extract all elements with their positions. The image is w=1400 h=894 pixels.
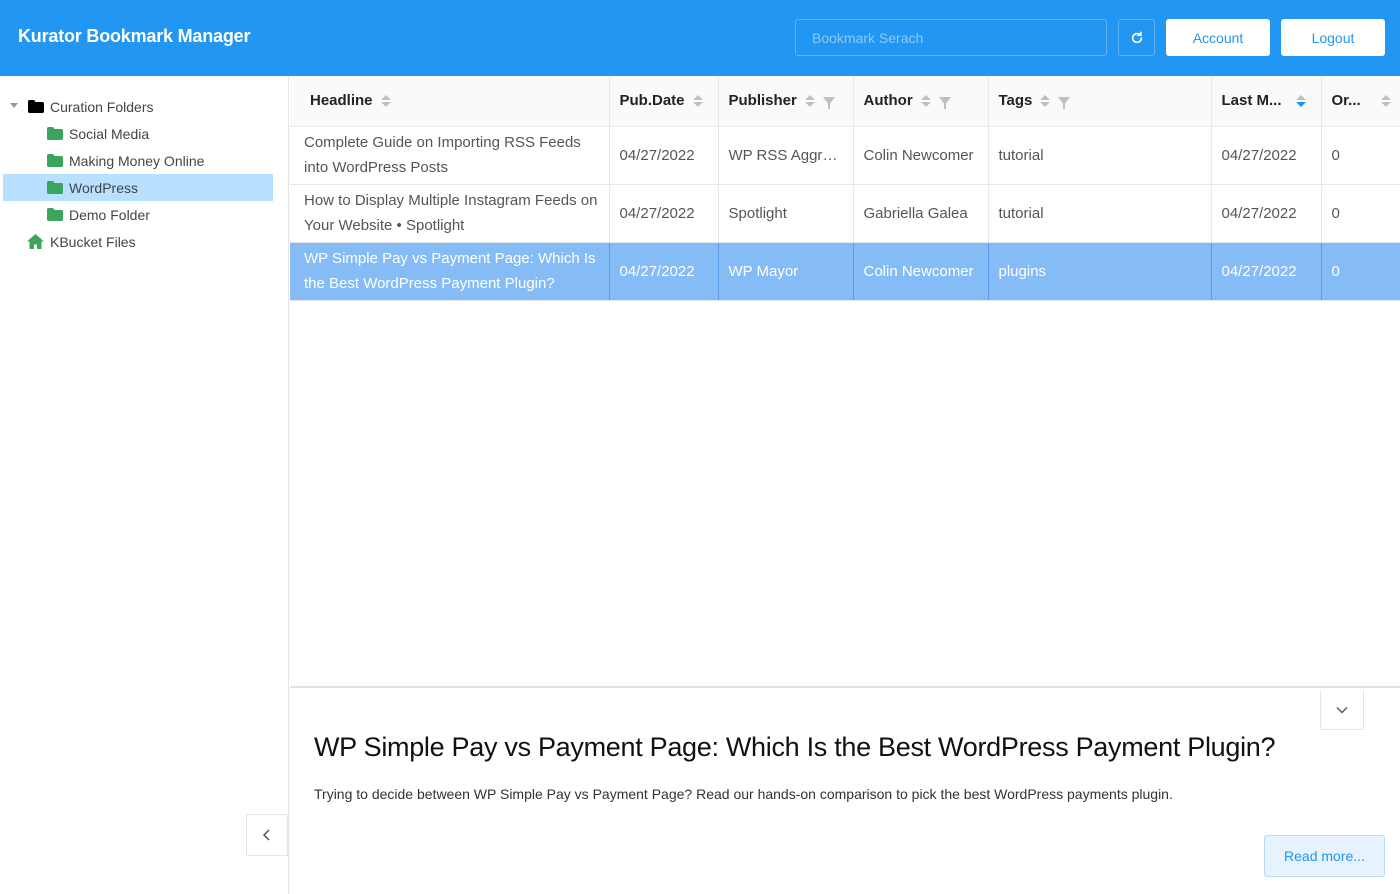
- column-label: Author: [863, 92, 913, 110]
- table-row-selected[interactable]: WP Simple Pay vs Payment Page: Which Is …: [290, 242, 1400, 301]
- column-header-tags[interactable]: Tags: [988, 76, 1212, 127]
- filter-icon[interactable]: [1058, 96, 1071, 109]
- bookmark-table-area: Headline Pub.Date Publisher Author Tags …: [290, 76, 1400, 688]
- column-label: Publisher: [728, 92, 797, 110]
- cell-publisher: WP Mayor: [718, 242, 854, 301]
- tree-item-label: KBucket Files: [50, 233, 136, 250]
- column-header-last-modified[interactable]: Last M...: [1211, 76, 1322, 127]
- cell-publisher: WP RSS Aggre...: [718, 126, 854, 185]
- bookmark-table: Headline Pub.Date Publisher Author Tags …: [290, 76, 1400, 301]
- chevron-down-icon: [1336, 706, 1348, 713]
- cell-pub-date: 04/27/2022: [609, 184, 719, 243]
- cell-order: 0: [1321, 126, 1400, 185]
- column-header-author[interactable]: Author: [853, 76, 989, 127]
- main-content: Headline Pub.Date Publisher Author Tags …: [290, 76, 1400, 894]
- table-row[interactable]: How to Display Multiple Instagram Feeds …: [290, 184, 1400, 243]
- tree-item-label: Curation Folders: [50, 98, 154, 115]
- sort-icon[interactable]: [1380, 94, 1391, 107]
- account-button[interactable]: Account: [1166, 19, 1270, 56]
- column-header-headline[interactable]: Headline: [290, 76, 610, 127]
- cell-order: 0: [1321, 184, 1400, 243]
- logout-button[interactable]: Logout: [1281, 19, 1385, 56]
- cell-last-modified: 04/27/2022: [1211, 242, 1322, 301]
- tree-item-kbucket-files[interactable]: KBucket Files: [27, 228, 136, 255]
- tree-item-curation-folders[interactable]: Curation Folders: [10, 93, 154, 120]
- column-label: Headline: [310, 92, 373, 110]
- cell-publisher: Spotlight: [718, 184, 854, 243]
- read-more-button[interactable]: Read more...: [1264, 835, 1385, 877]
- tree-item-social-media[interactable]: Social Media: [47, 120, 149, 147]
- cell-order: 0: [1321, 242, 1400, 301]
- collapse-preview-button[interactable]: [1320, 690, 1364, 730]
- tree-item-label: WordPress: [69, 179, 138, 196]
- column-header-publisher[interactable]: Publisher: [718, 76, 854, 127]
- cell-author: Gabriella Galea: [853, 184, 989, 243]
- tree-item-demo-folder[interactable]: Demo Folder: [47, 201, 150, 228]
- cell-author: Colin Newcomer: [853, 242, 989, 301]
- folder-icon: [47, 181, 63, 194]
- folder-icon: [47, 154, 63, 167]
- sidebar: Curation Folders Social Media Making Mon…: [0, 76, 289, 894]
- column-label: Or...: [1331, 92, 1361, 110]
- filter-icon[interactable]: [938, 96, 951, 109]
- column-label: Tags: [998, 92, 1033, 110]
- column-label: Last M...: [1221, 92, 1282, 110]
- refresh-icon: [1131, 31, 1142, 43]
- bookmark-search-input[interactable]: [795, 19, 1107, 56]
- preview-description: Trying to decide between WP Simple Pay v…: [314, 786, 1173, 802]
- column-label: Pub.Date: [619, 92, 685, 110]
- preview-title: WP Simple Pay vs Payment Page: Which Is …: [314, 732, 1276, 762]
- sort-icon[interactable]: [920, 94, 931, 107]
- sort-icon[interactable]: [804, 94, 815, 107]
- refresh-button[interactable]: [1118, 19, 1155, 56]
- table-header-row: Headline Pub.Date Publisher Author Tags …: [290, 76, 1400, 127]
- tree-item-label: Social Media: [69, 125, 150, 142]
- sort-icon[interactable]: [692, 94, 703, 107]
- cell-last-modified: 04/27/2022: [1211, 184, 1322, 243]
- folder-icon: [47, 127, 63, 140]
- bookmark-preview-pane: WP Simple Pay vs Payment Page: Which Is …: [290, 690, 1400, 894]
- column-header-order[interactable]: Or...: [1321, 76, 1400, 127]
- sort-icon[interactable]: [1295, 94, 1306, 107]
- cell-tags: tutorial: [988, 184, 1212, 243]
- tree-item-making-money-online[interactable]: Making Money Online: [47, 147, 204, 174]
- tree-item-wordpress[interactable]: WordPress: [3, 174, 273, 201]
- cell-tags: plugins: [988, 242, 1212, 301]
- cell-tags: tutorial: [988, 126, 1212, 185]
- tree-item-label: Making Money Online: [69, 152, 205, 169]
- cell-pub-date: 04/27/2022: [609, 242, 719, 301]
- chevron-left-icon: [262, 829, 270, 841]
- cell-headline: How to Display Multiple Instagram Feeds …: [290, 184, 610, 243]
- cell-pub-date: 04/27/2022: [609, 126, 719, 185]
- filter-icon[interactable]: [822, 96, 835, 109]
- collapse-sidebar-button[interactable]: [246, 814, 288, 856]
- top-header: Kurator Bookmark Manager Account Logout: [0, 0, 1400, 76]
- sort-icon[interactable]: [1040, 94, 1051, 107]
- column-header-pub-date[interactable]: Pub.Date: [609, 76, 719, 127]
- cell-headline: Complete Guide on Importing RSS Feeds in…: [290, 126, 610, 185]
- cell-author: Colin Newcomer: [853, 126, 989, 185]
- home-icon: [27, 234, 44, 249]
- folder-icon: [28, 100, 44, 113]
- folder-icon: [47, 208, 63, 221]
- cell-last-modified: 04/27/2022: [1211, 126, 1322, 185]
- caret-down-icon[interactable]: [10, 103, 18, 108]
- cell-headline: WP Simple Pay vs Payment Page: Which Is …: [290, 242, 610, 301]
- app-title: Kurator Bookmark Manager: [18, 26, 251, 46]
- table-row[interactable]: Complete Guide on Importing RSS Feeds in…: [290, 126, 1400, 185]
- tree-item-label: Demo Folder: [69, 206, 150, 223]
- sort-icon[interactable]: [380, 94, 391, 107]
